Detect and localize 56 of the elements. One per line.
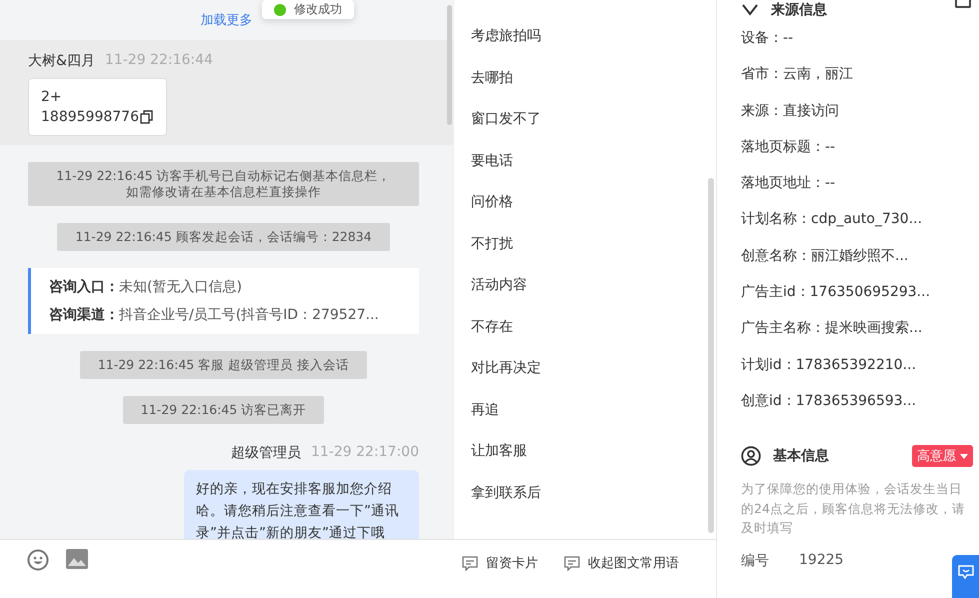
phrase-item[interactable]: 窗口发不了 bbox=[471, 111, 541, 127]
field-value: 19225 bbox=[799, 552, 844, 570]
info-text: 计划id：178365392210... bbox=[741, 356, 918, 375]
phrase-item[interactable]: 再追 bbox=[471, 402, 499, 418]
message-bubble: 好的亲，现在安排客服加您介绍哈。请您稍后注意查看一下”通讯录”并点击”新的朋友”通过下哦 bbox=[184, 470, 419, 539]
chat-icon bbox=[958, 565, 974, 579]
info-text: 计划名称：cdp_auto_730... bbox=[741, 210, 924, 230]
image-icon[interactable] bbox=[66, 549, 88, 569]
sender-name: 超级管理员 bbox=[230, 444, 301, 462]
info-text: 落地页地址：-- bbox=[741, 174, 836, 194]
section-title: 来源信息 bbox=[771, 1, 827, 19]
info-text: 广告主名称：提米映画搜索... bbox=[741, 319, 924, 338]
notice-text: 为了保障您的使用体验，会话发生当日的24点之后，顾客信息将无法修改，请及时填写 bbox=[741, 480, 966, 538]
info-text: 来源：直接访问 bbox=[741, 102, 840, 121]
caret-icon bbox=[960, 454, 968, 459]
success-icon bbox=[274, 4, 286, 16]
system-notice: 11-29 22:16:45 访客已离开 bbox=[122, 396, 324, 424]
consult-info-text: 咨询入口：未知(暂无入口信息) bbox=[49, 278, 243, 296]
field-label: 编号 bbox=[741, 552, 769, 570]
system-notice: 11-29 22:16:45 顾客发起会话，会话编号：22834 bbox=[57, 223, 390, 251]
phrase-item[interactable]: 问价格 bbox=[471, 194, 513, 210]
phrase-item[interactable]: 让加客服 bbox=[471, 443, 527, 459]
intent-tag[interactable]: 高意愿 bbox=[912, 445, 973, 468]
phrase-item[interactable]: 不存在 bbox=[471, 318, 513, 334]
emoji-icon[interactable] bbox=[27, 549, 49, 571]
info-text: 设备：-- bbox=[741, 29, 794, 48]
phrase-item[interactable]: 考虑旅拍吗 bbox=[471, 28, 541, 44]
phrase-item[interactable]: 不打扰 bbox=[471, 236, 513, 252]
message-text: 2+ bbox=[41, 88, 63, 107]
user-icon bbox=[741, 446, 761, 466]
chat-float-button[interactable] bbox=[952, 555, 979, 598]
section-title: 基本信息 bbox=[773, 447, 830, 466]
info-text: 省市：云南，丽江 bbox=[741, 65, 854, 84]
message-time: 11-29 22:16:44 bbox=[104, 52, 213, 70]
system-notice: 11-29 22:16:45 访客手机号已自动标记右侧基本信息栏， 如需修改请在基本信息栏直接操作 bbox=[28, 162, 419, 206]
toast-text: 修改成功 bbox=[294, 1, 342, 18]
info-text: 创意id：178365396593... bbox=[741, 392, 918, 411]
info-text: 广告主id：176350695293... bbox=[741, 283, 932, 302]
sender-name: 大树&四月 bbox=[28, 52, 95, 70]
phrase-item[interactable]: 去哪拍 bbox=[471, 70, 513, 86]
load-more-link[interactable]: 加载更多 bbox=[200, 11, 252, 29]
message-icon bbox=[462, 556, 478, 570]
message-text: 18895998776 bbox=[41, 108, 139, 127]
phrase-item[interactable]: 活动内容 bbox=[471, 277, 527, 293]
composer-button[interactable]: 收起图文常用语 bbox=[564, 554, 679, 572]
composer-button[interactable]: 留资卡片 bbox=[462, 554, 538, 572]
info-text: 创意名称：丽江婚纱照不... bbox=[741, 246, 910, 266]
message-time: 11-29 22:17:00 bbox=[310, 444, 419, 462]
copy-icon[interactable] bbox=[140, 110, 154, 124]
consult-info-text: 咨询渠道：抖音企业号/员工号(抖音号ID：279527... bbox=[49, 306, 380, 324]
phrase-item[interactable]: 要电话 bbox=[471, 152, 513, 168]
system-notice: 11-29 22:16:45 客服 超级管理员 接入会话 bbox=[80, 351, 368, 379]
phrase-item[interactable]: 对比再决定 bbox=[471, 360, 541, 376]
phrase-item[interactable]: 拿到联系后 bbox=[471, 484, 541, 500]
info-text: 落地页标题：-- bbox=[741, 138, 836, 157]
message-icon bbox=[564, 556, 580, 570]
